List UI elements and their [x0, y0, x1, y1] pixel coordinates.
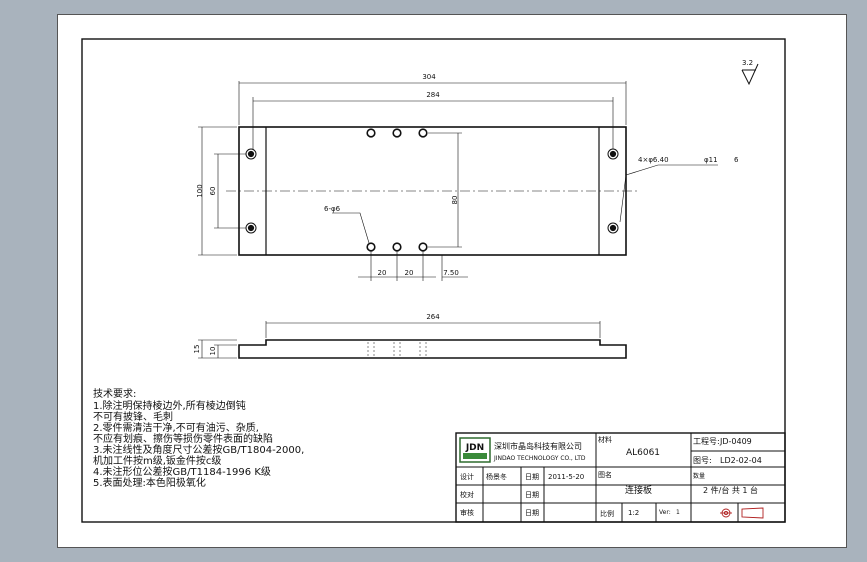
roughness-symbol: 3.2	[741, 59, 759, 86]
dim-overall-length: 304	[422, 73, 436, 81]
part-name: 连接板	[625, 484, 652, 496]
dim-hole-cbore: φ11	[704, 156, 718, 164]
dim-inner-height: 80	[451, 196, 459, 205]
ver-value: 1	[676, 509, 680, 516]
review-label: 审核	[460, 508, 474, 517]
dim-hole-callout: 4×φ6.40	[638, 156, 669, 164]
review-date-label: 日期	[525, 509, 539, 517]
material-value: AL6061	[626, 448, 660, 458]
project-value: JD-0409	[719, 437, 752, 446]
projection-symbol-icon	[720, 507, 764, 519]
dim-height: 100	[196, 184, 204, 197]
scale-label: 比例	[600, 509, 614, 518]
top-view-dimensions	[198, 81, 718, 281]
drawing-no-value: LD2-02-04	[720, 456, 762, 465]
project-label: 工程号:	[693, 437, 720, 446]
dim-pitch-2: 20	[405, 269, 414, 277]
check-date-label: 日期	[525, 491, 539, 499]
dim-side-h1: 15	[193, 345, 201, 354]
qty-label: 数量	[693, 472, 705, 480]
design-label: 设计	[460, 472, 474, 481]
dim-pitch-1: 20	[378, 269, 387, 277]
roughness-value: 3.2	[742, 59, 753, 67]
check-label: 校对	[460, 490, 474, 499]
ver-label: Ver:	[659, 509, 671, 516]
drawing-sheet: 3.2 304 284 100 60 80 4×φ6.40 φ11 6 6-φ6…	[57, 14, 847, 548]
qty-value: 2 件/台 共 1 台	[703, 485, 758, 495]
date-label: 日期	[525, 473, 539, 481]
company-cn: 深圳市晶岛科技有限公司	[494, 441, 582, 451]
name-label: 图名	[598, 470, 612, 479]
dim-side-length: 264	[426, 313, 440, 321]
scale-value: 1:2	[628, 509, 639, 517]
dim-side-h2: 10	[209, 347, 217, 356]
notes-heading: 技术要求:	[93, 389, 137, 400]
side-view	[238, 339, 627, 359]
dim-hole-spacing: 284	[426, 91, 440, 99]
dim-small-holes: 6-φ6	[324, 205, 341, 213]
company-en: JINDAO TECHNOLOGY CO., LTD	[493, 455, 586, 462]
designer-name: 杨景冬	[486, 472, 507, 481]
drawing-no-label: 图号:	[693, 456, 712, 465]
dim-hole-vertical: 60	[209, 187, 217, 196]
dim-hole-depth: 6	[734, 156, 739, 164]
material-label: 材料	[598, 435, 612, 444]
date-value: 2011-5-20	[548, 473, 584, 481]
company-logo: JDN	[459, 437, 491, 463]
note-line-8: 5.表面处理:本色阳极氧化	[93, 478, 206, 489]
logo-text: JDN	[465, 443, 484, 453]
dim-offset: 7.50	[443, 269, 459, 277]
top-view	[226, 126, 638, 256]
